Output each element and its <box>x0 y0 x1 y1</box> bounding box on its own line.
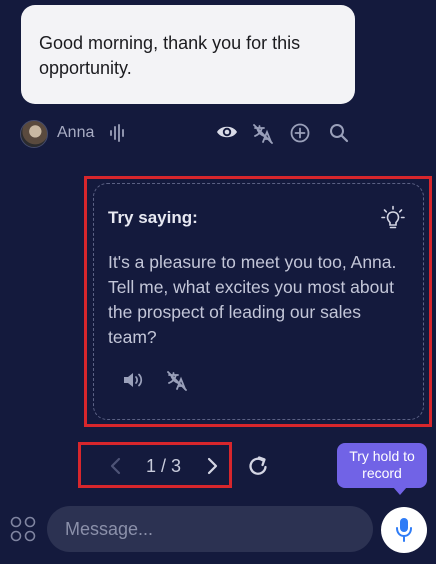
speaker-icon[interactable] <box>122 371 144 389</box>
incoming-message-bubble[interactable]: Good morning, thank you for this opportu… <box>21 5 355 104</box>
sender-name: Anna <box>57 124 95 141</box>
search-icon[interactable] <box>329 123 349 143</box>
audio-wave-icon[interactable] <box>109 124 125 142</box>
add-circle-icon[interactable] <box>290 123 310 143</box>
message-input[interactable] <box>47 506 373 552</box>
microphone-button[interactable] <box>381 507 427 553</box>
apps-grid-icon[interactable] <box>10 516 36 542</box>
next-chevron-icon[interactable] <box>205 457 219 475</box>
eye-icon[interactable] <box>216 124 238 140</box>
incoming-message-text: Good morning, thank you for this opportu… <box>39 33 301 78</box>
suggestion-card[interactable]: Try saying: It's a pleasure to meet you … <box>93 183 424 420</box>
pager-counter: 1 / 3 <box>146 456 182 476</box>
hold-to-record-tooltip: Try hold to record <box>337 443 427 488</box>
previous-chevron-icon[interactable] <box>109 457 123 475</box>
tooltip-tail <box>393 487 407 495</box>
translate-off-icon[interactable] <box>166 370 188 392</box>
message-meta-row: Anna <box>20 118 360 148</box>
suggestion-text: It's a pleasure to meet you too, Anna. T… <box>108 252 397 347</box>
avatar[interactable] <box>20 120 48 148</box>
microphone-icon <box>396 518 412 542</box>
lightbulb-icon[interactable] <box>381 205 405 231</box>
refresh-icon[interactable] <box>246 454 270 478</box>
translate-off-icon[interactable] <box>252 123 274 145</box>
tooltip-text: Try hold to record <box>349 448 415 481</box>
suggestion-title: Try saying: <box>108 208 198 227</box>
